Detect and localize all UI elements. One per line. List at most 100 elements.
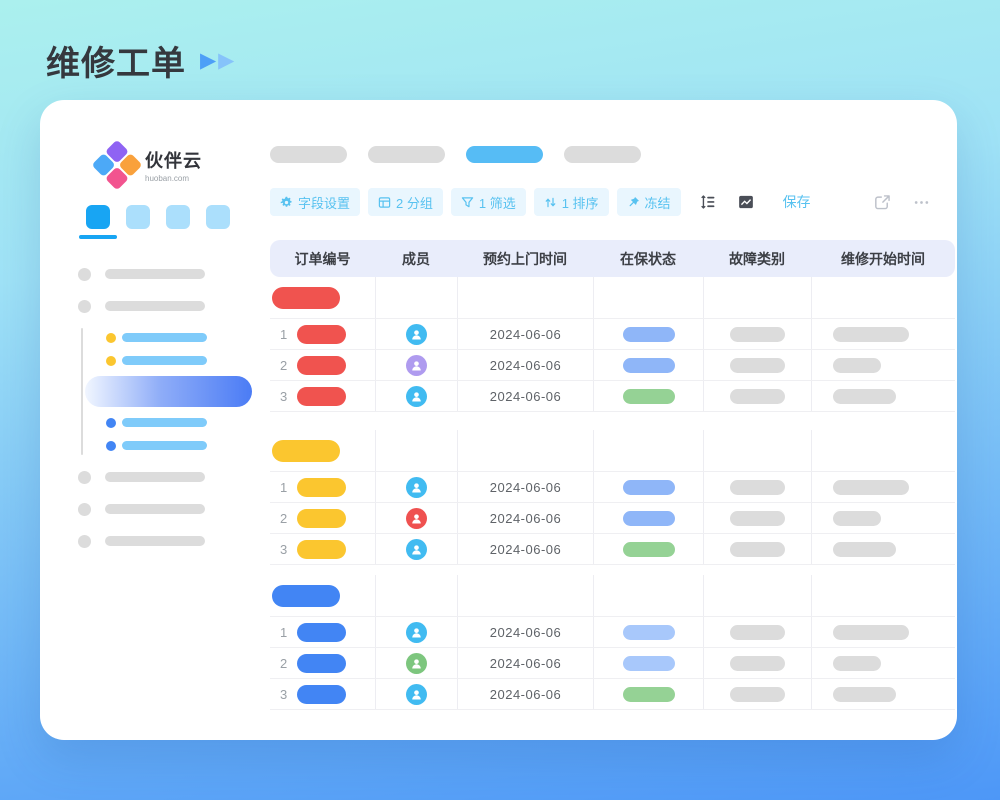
- order-id-cell[interactable]: 3: [270, 679, 375, 709]
- appointment-date[interactable]: 2024-06-06: [457, 617, 593, 647]
- toolbar: 字段设置 2 分组 1 筛选 1 排序 冻结: [270, 188, 930, 216]
- sidebar-item[interactable]: [40, 461, 265, 493]
- warranty-status-cell[interactable]: [593, 503, 703, 533]
- view-tab-4[interactable]: [564, 146, 641, 163]
- appointment-date[interactable]: 2024-06-06: [457, 472, 593, 502]
- sidebar-tab-1-active[interactable]: [86, 205, 110, 229]
- group-value-pill[interactable]: [272, 287, 340, 309]
- repair-start-cell[interactable]: [811, 617, 911, 647]
- repair-start-cell[interactable]: [811, 381, 911, 411]
- sidebar-item[interactable]: [40, 258, 265, 290]
- order-id-cell[interactable]: 1: [270, 617, 375, 647]
- warranty-status-cell[interactable]: [593, 679, 703, 709]
- member-cell[interactable]: [375, 381, 457, 411]
- appointment-date[interactable]: 2024-06-06: [457, 534, 593, 564]
- sidebar-tab-3[interactable]: [166, 205, 190, 229]
- member-cell[interactable]: [375, 534, 457, 564]
- filter-button[interactable]: 1 筛选: [451, 188, 526, 216]
- group-value-pill[interactable]: [272, 585, 340, 607]
- row-height-button[interactable]: [700, 194, 716, 210]
- chart-button[interactable]: [738, 194, 754, 210]
- column-header-order-id[interactable]: 订单编号: [270, 249, 375, 269]
- table-row: 2 2024-06-06: [270, 648, 955, 679]
- appointment-date[interactable]: 2024-06-06: [457, 648, 593, 678]
- play-icon: ▶: [218, 50, 234, 71]
- fault-category-cell[interactable]: [703, 381, 811, 411]
- warranty-status-cell[interactable]: [593, 319, 703, 349]
- fault-category-cell[interactable]: [703, 319, 811, 349]
- warranty-status-cell[interactable]: [593, 350, 703, 380]
- sidebar-tab-4[interactable]: [206, 205, 230, 229]
- fault-category-cell[interactable]: [703, 503, 811, 533]
- huoban-logo: 伙伴云 huoban.com: [98, 146, 202, 184]
- view-tab-1[interactable]: [270, 146, 347, 163]
- group-value-pill[interactable]: [272, 440, 340, 462]
- column-header-member[interactable]: 成员: [375, 249, 457, 269]
- column-header-repair-start-time[interactable]: 维修开始时间: [811, 249, 955, 269]
- member-cell[interactable]: [375, 472, 457, 502]
- order-id-cell[interactable]: 2: [270, 648, 375, 678]
- member-cell[interactable]: [375, 350, 457, 380]
- sidebar-subitem[interactable]: [40, 411, 265, 434]
- fault-category-cell[interactable]: [703, 350, 811, 380]
- repair-start-cell[interactable]: [811, 472, 911, 502]
- appointment-date[interactable]: 2024-06-06: [457, 381, 593, 411]
- fault-skeleton: [730, 542, 785, 557]
- column-header-appointment-time[interactable]: 预约上门时间: [457, 249, 593, 269]
- warranty-status-cell[interactable]: [593, 648, 703, 678]
- folder-icon: [78, 300, 91, 313]
- sidebar-tab-2[interactable]: [126, 205, 150, 229]
- order-id-cell[interactable]: 1: [270, 472, 375, 502]
- order-id-cell[interactable]: 1: [270, 319, 375, 349]
- sidebar-subitem[interactable]: [40, 434, 265, 457]
- sidebar-item[interactable]: [40, 493, 265, 525]
- appointment-date[interactable]: 2024-06-06: [457, 503, 593, 533]
- sidebar-item[interactable]: [40, 525, 265, 557]
- appointment-date[interactable]: 2024-06-06: [457, 350, 593, 380]
- share-button[interactable]: [874, 194, 891, 211]
- row-number: 2: [270, 511, 297, 526]
- sidebar-item[interactable]: [40, 290, 265, 322]
- order-id-cell[interactable]: 3: [270, 534, 375, 564]
- member-cell[interactable]: [375, 503, 457, 533]
- order-id-cell[interactable]: 3: [270, 381, 375, 411]
- person-avatar-icon: [406, 386, 427, 407]
- freeze-button[interactable]: 冻结: [617, 188, 681, 216]
- order-id-cell[interactable]: 2: [270, 350, 375, 380]
- fault-category-cell[interactable]: [703, 679, 811, 709]
- sidebar-subitem[interactable]: [40, 349, 265, 372]
- order-id-cell[interactable]: 2: [270, 503, 375, 533]
- column-header-warranty-status[interactable]: 在保状态: [593, 249, 703, 269]
- appointment-date[interactable]: 2024-06-06: [457, 319, 593, 349]
- member-cell[interactable]: [375, 319, 457, 349]
- repair-start-cell[interactable]: [811, 350, 911, 380]
- repair-start-cell[interactable]: [811, 319, 911, 349]
- more-button[interactable]: [913, 194, 930, 211]
- table-row: 1 2024-06-06: [270, 319, 955, 350]
- fault-category-cell[interactable]: [703, 472, 811, 502]
- sort-button[interactable]: 1 排序: [534, 188, 609, 216]
- column-header-fault-category[interactable]: 故障类别: [703, 249, 811, 269]
- warranty-status-cell[interactable]: [593, 617, 703, 647]
- fault-category-cell[interactable]: [703, 648, 811, 678]
- field-settings-button[interactable]: 字段设置: [270, 188, 360, 216]
- repair-start-cell[interactable]: [811, 534, 911, 564]
- warranty-status-cell[interactable]: [593, 381, 703, 411]
- fault-category-cell[interactable]: [703, 617, 811, 647]
- view-tab-2[interactable]: [368, 146, 445, 163]
- sidebar-subitem[interactable]: [40, 326, 265, 349]
- member-cell[interactable]: [375, 679, 457, 709]
- group-button[interactable]: 2 分组: [368, 188, 443, 216]
- warranty-status-cell[interactable]: [593, 534, 703, 564]
- member-cell[interactable]: [375, 617, 457, 647]
- repair-start-cell[interactable]: [811, 648, 911, 678]
- save-button[interactable]: 保存: [783, 192, 811, 212]
- repair-start-cell[interactable]: [811, 503, 911, 533]
- view-tab-3-active[interactable]: [466, 146, 543, 163]
- sidebar-subitem-selected[interactable]: [85, 376, 252, 407]
- fault-category-cell[interactable]: [703, 534, 811, 564]
- repair-start-cell[interactable]: [811, 679, 911, 709]
- warranty-status-cell[interactable]: [593, 472, 703, 502]
- appointment-date[interactable]: 2024-06-06: [457, 679, 593, 709]
- member-cell[interactable]: [375, 648, 457, 678]
